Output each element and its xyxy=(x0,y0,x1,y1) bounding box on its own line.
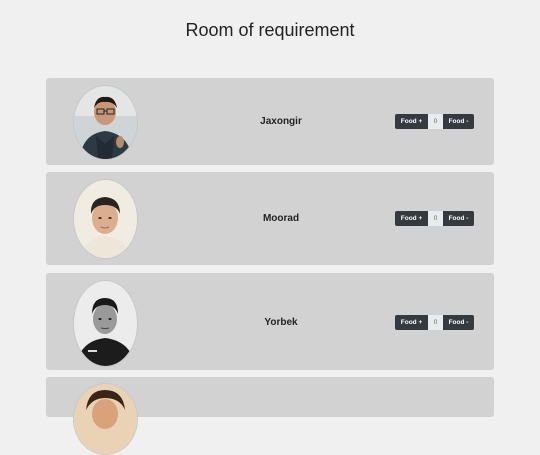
avatar xyxy=(73,179,138,259)
food-plus-button[interactable]: Food + xyxy=(395,211,428,226)
food-count: 0 xyxy=(428,114,443,129)
person-name: Jaxongir xyxy=(260,116,302,127)
page-title: Room of requirement xyxy=(185,20,355,40)
person-name: Yorbek xyxy=(264,317,298,328)
food-minus-button[interactable]: Food - xyxy=(443,211,474,226)
food-controls: Food + 0 Food - xyxy=(395,114,474,129)
food-minus-button[interactable]: Food - xyxy=(443,315,474,330)
avatar xyxy=(73,383,138,455)
avatar-photo-icon xyxy=(74,180,137,258)
person-card xyxy=(46,377,494,455)
food-controls: Food + 0 Food - xyxy=(395,211,474,226)
avatar xyxy=(73,280,138,367)
food-count: 0 xyxy=(428,211,443,226)
food-plus-button[interactable]: Food + xyxy=(395,114,428,129)
people-list: Jaxongir Food + 0 Food - Moorad Food + 0… xyxy=(46,78,494,455)
food-plus-button[interactable]: Food + xyxy=(395,315,428,330)
avatar-photo-icon xyxy=(74,281,137,366)
person-card: Moorad Food + 0 Food - xyxy=(46,172,494,265)
avatar-photo-icon xyxy=(74,384,137,454)
food-count: 0 xyxy=(428,315,443,330)
person-name: Moorad xyxy=(262,213,300,224)
person-card: Yorbek Food + 0 Food - xyxy=(46,273,494,370)
avatar-photo-icon xyxy=(74,86,137,159)
avatar xyxy=(73,85,138,160)
food-controls: Food + 0 Food - xyxy=(395,315,474,330)
food-minus-button[interactable]: Food - xyxy=(443,114,474,129)
person-card: Jaxongir Food + 0 Food - xyxy=(46,78,494,165)
